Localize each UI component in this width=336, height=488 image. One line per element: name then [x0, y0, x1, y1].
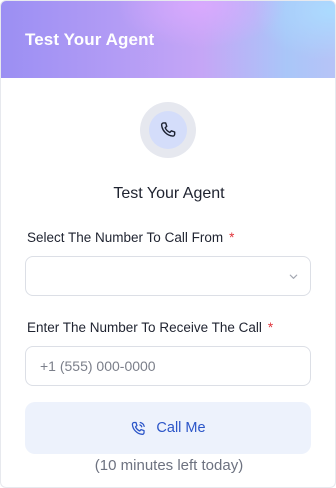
- to-number-input[interactable]: [25, 346, 311, 386]
- required-marker: *: [229, 230, 235, 245]
- from-number-select[interactable]: [25, 256, 311, 296]
- from-number-label-text: Select The Number To Call From: [27, 230, 224, 245]
- test-agent-panel: Test Your Agent Test Your Agent Select T…: [0, 0, 336, 488]
- call-me-button[interactable]: Call Me: [25, 402, 311, 454]
- call-me-label: Call Me: [156, 420, 206, 436]
- minutes-left-text: (10 minutes left today): [94, 457, 244, 474]
- panel-header: Test Your Agent: [1, 1, 335, 78]
- from-number-label: Select The Number To Call From *: [27, 230, 234, 245]
- to-number-label-text: Enter The Number To Receive The Call: [27, 320, 262, 335]
- phone-badge: [140, 102, 196, 158]
- header-title: Test Your Agent: [25, 30, 155, 49]
- to-number-label: Enter The Number To Receive The Call *: [27, 320, 273, 335]
- phone-call-icon: [132, 421, 146, 435]
- required-marker: *: [267, 320, 274, 335]
- hero-title: Test Your Agent: [113, 185, 225, 202]
- chevron-down-icon: [289, 274, 298, 279]
- phone-icon: [149, 111, 187, 149]
